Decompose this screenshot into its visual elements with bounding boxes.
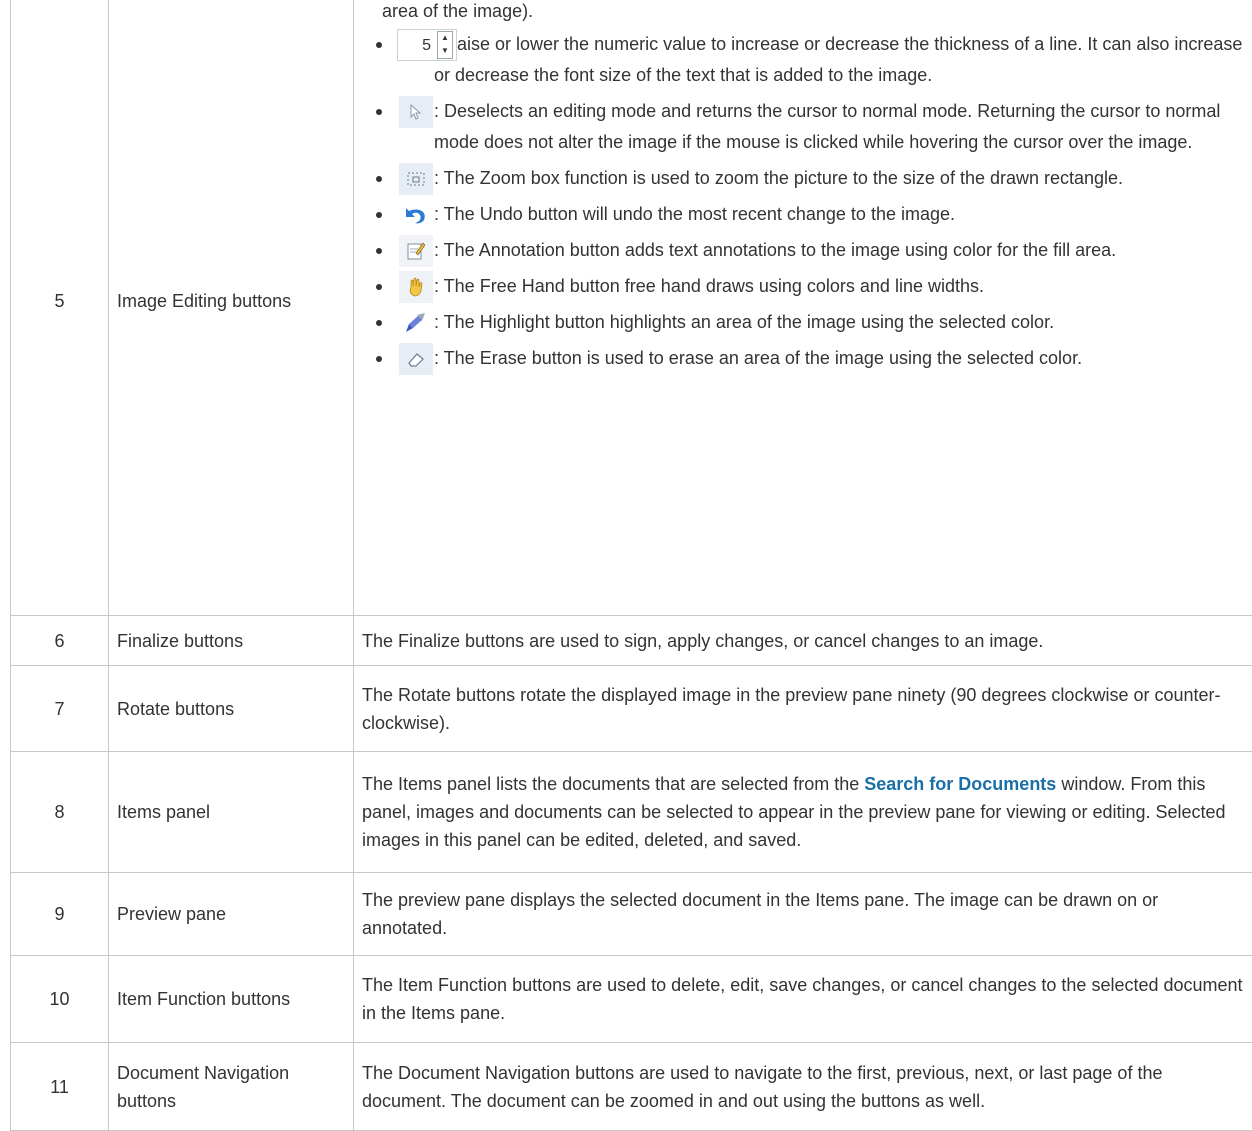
list-item: 5 ▲▼ : Raise or lower the numeric value … [368,29,1244,91]
search-for-documents-link[interactable]: Search for Documents [864,774,1056,794]
row-name: Rotate buttons [109,666,354,752]
row-number: 8 [11,752,109,873]
item-text: : The Free Hand button free hand draws u… [434,276,984,296]
cursor-arrow-icon [398,96,434,128]
row-name: Image Editing buttons [109,0,354,616]
row-name: Items panel [109,752,354,873]
table-row: 6 Finalize buttons The Finalize buttons … [11,616,1252,666]
numeric-spinner-icon: 5 ▲▼ [397,29,457,61]
table-row: 9 Preview pane The preview pane displays… [11,873,1252,956]
eraser-icon [398,343,434,375]
list-item: : The Annotation button adds text annota… [368,235,1244,266]
item-text: : The Erase button is used to erase an a… [434,348,1082,368]
list-item: : The Zoom box function is used to zoom … [368,163,1244,194]
list-item: : The Undo button will undo the most rec… [368,199,1244,230]
item-text: : The Highlight button highlights an are… [434,312,1054,332]
item-text: : The Annotation button adds text annota… [434,240,1116,260]
row-name: Preview pane [109,873,354,956]
button-list: 5 ▲▼ : Raise or lower the numeric value … [362,29,1244,374]
item-text: : The Undo button will undo the most rec… [434,204,955,224]
row-number: 9 [11,873,109,956]
annotation-icon [398,235,434,267]
row-description: The Document Navigation buttons are used… [354,1043,1252,1131]
row-description: The preview pane displays the selected d… [354,873,1252,956]
row-name: Item Function buttons [109,956,354,1043]
highlight-icon [398,307,434,339]
row-number: 5 [11,0,109,616]
table-row: 10 Item Function buttons The Item Functi… [11,956,1252,1043]
row-number: 6 [11,616,109,666]
reference-table: 5 Image Editing buttons area of the imag… [10,0,1252,1131]
item-text: : Raise or lower the numeric value to in… [434,34,1242,85]
row-description: The Rotate buttons rotate the displayed … [354,666,1252,752]
row-description: The Items panel lists the documents that… [354,752,1252,873]
zoom-box-icon [398,163,434,195]
row-number: 11 [11,1043,109,1131]
row-description: The Finalize buttons are used to sign, a… [354,616,1252,666]
row-name: Finalize buttons [109,616,354,666]
free-hand-icon [398,271,434,303]
list-item: : The Free Hand button free hand draws u… [368,271,1244,302]
list-item: : The Erase button is used to erase an a… [368,343,1244,374]
row-number: 10 [11,956,109,1043]
row-name: Document Navigation buttons [109,1043,354,1131]
item-text: : The Zoom box function is used to zoom … [434,168,1123,188]
table-row: 5 Image Editing buttons area of the imag… [11,0,1252,616]
row-description: The Item Function buttons are used to de… [354,956,1252,1043]
table-row: 11 Document Navigation buttons The Docum… [11,1043,1252,1131]
list-item: : The Highlight button highlights an are… [368,307,1244,338]
intro-text: area of the image). [362,0,1244,25]
list-item: : Deselects an editing mode and returns … [368,96,1244,158]
row-number: 7 [11,666,109,752]
row-description: area of the image). 5 ▲▼ : Raise or lowe… [354,0,1252,616]
undo-icon [398,199,434,231]
item-text: : Deselects an editing mode and returns … [434,101,1220,152]
table-row: 8 Items panel The Items panel lists the … [11,752,1252,873]
table-row: 7 Rotate buttons The Rotate buttons rota… [11,666,1252,752]
